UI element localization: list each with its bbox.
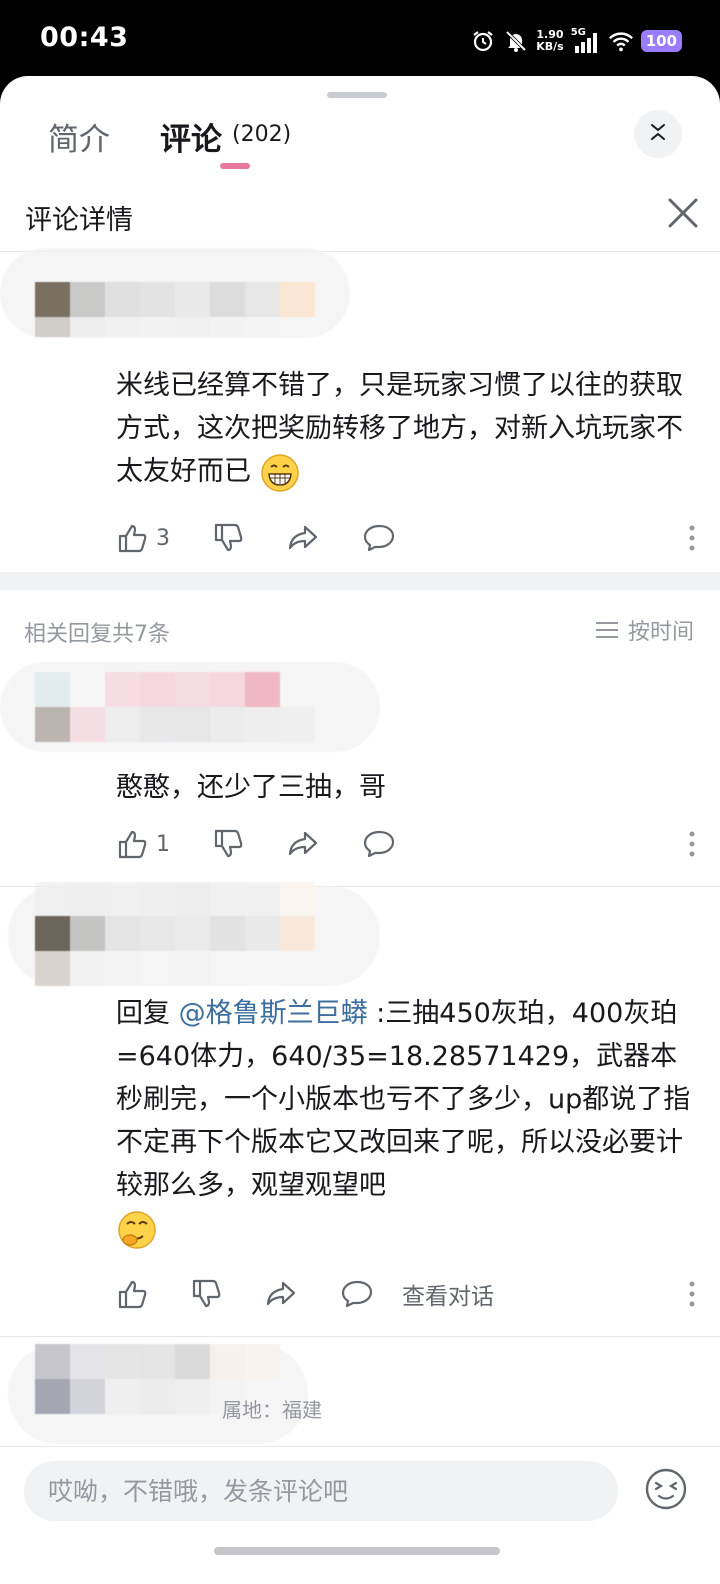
share-arrow-icon	[288, 831, 318, 856]
thumbs-down-icon	[214, 829, 243, 858]
more-options-icon[interactable]	[688, 520, 696, 556]
main-comment-actions: 3	[116, 518, 696, 558]
view-conversation-link[interactable]: 查看对话	[402, 1277, 494, 1311]
signal-icon: 5G	[571, 28, 601, 54]
reply2-actions: 查看对话	[116, 1274, 696, 1314]
reply1-like-count: 1	[156, 831, 170, 857]
reply2-dislike-button[interactable]	[190, 1278, 222, 1310]
sort-label: 按时间	[627, 620, 694, 645]
alarm-icon	[470, 28, 496, 54]
grin-emoji-icon	[260, 453, 300, 493]
net-speed-unit: KB/s	[536, 40, 564, 53]
main-comment-body: 米线已经算不错了，只是玩家习惯了以往的获取方式，这次把奖励转移了地方，对新入坑玩…	[116, 370, 683, 487]
like-count: 3	[156, 525, 170, 551]
section-divider	[0, 572, 720, 590]
thumbs-down-icon	[192, 1279, 221, 1308]
comment-input-bar	[0, 1446, 720, 1584]
reply2-text: 回复 @格鲁斯兰巨蟒 :三抽450灰珀，400灰珀=640体力，640/35=1…	[116, 992, 696, 1251]
tab-comments[interactable]: 评论	[160, 114, 222, 159]
status-time: 00:43	[40, 22, 129, 53]
status-icons: 1.90 KB/s 5G 100	[470, 24, 682, 58]
reply2-share-button[interactable]	[264, 1278, 298, 1310]
reply2-like-button[interactable]	[116, 1278, 148, 1310]
tab-bar: 简介 评论 (202)	[0, 106, 720, 176]
share-arrow-icon	[266, 1281, 296, 1306]
mute-bell-icon	[503, 28, 529, 54]
chat-bubble-icon	[363, 830, 395, 858]
close-button[interactable]	[666, 196, 700, 230]
collapse-button[interactable]	[634, 110, 682, 158]
wifi-icon	[608, 28, 634, 54]
tab-intro[interactable]: 简介	[48, 114, 110, 159]
user-location: 属地：福建	[222, 1398, 322, 1422]
dislike-button[interactable]	[212, 522, 244, 554]
more-options-icon[interactable]	[688, 826, 696, 862]
share-button[interactable]	[286, 522, 320, 554]
more-options-icon[interactable]	[688, 1276, 696, 1312]
battery-indicator: 100	[640, 30, 682, 52]
reply1-actions: 1	[116, 824, 696, 864]
collapse-icon	[647, 121, 669, 147]
comment-sheet: 简介 评论 (202) 评论详情 米线已经算不错了，只是玩家习惯了以往的获取方式…	[0, 76, 720, 1584]
network-type: 5G	[570, 27, 586, 38]
sort-by-time-button[interactable]: 按时间	[594, 614, 694, 646]
reply-button[interactable]	[362, 522, 396, 554]
reply1-text: 憨憨，还少了三抽，哥	[116, 772, 386, 803]
comment-input-pill[interactable]	[24, 1461, 618, 1521]
net-speed: 1.90 KB/s	[536, 29, 563, 53]
reply2-reply-button[interactable]	[340, 1278, 374, 1310]
reply1-reply-button[interactable]	[362, 828, 396, 860]
mention-link[interactable]: @格鲁斯兰巨蟒	[179, 998, 368, 1029]
comment-detail-header: 评论详情	[0, 182, 720, 252]
reply1-like-button[interactable]: 1	[116, 828, 170, 860]
close-icon	[668, 198, 698, 228]
thumbs-down-icon	[214, 523, 243, 552]
reply-divider	[0, 1336, 720, 1337]
status-bar: 00:43 1.90 KB/s 5G 100	[0, 0, 720, 78]
smirk-emoji-icon	[116, 1209, 158, 1251]
reply-prefix: 回复	[116, 998, 179, 1029]
thumbs-up-icon	[118, 1280, 147, 1309]
comment-input[interactable]	[48, 1461, 598, 1521]
reply1-dislike-button[interactable]	[212, 828, 244, 860]
chat-bubble-icon	[363, 524, 395, 552]
emoji-button[interactable]	[644, 1467, 688, 1511]
main-comment-text: 米线已经算不错了，只是玩家习惯了以往的获取方式，这次把奖励转移了地方，对新入坑玩…	[116, 364, 696, 493]
thumbs-up-icon	[118, 830, 147, 859]
detail-title: 评论详情	[25, 205, 133, 236]
share-arrow-icon	[288, 525, 318, 550]
emoji-face-icon	[645, 1468, 687, 1510]
like-button[interactable]: 3	[116, 522, 170, 554]
comments-count: (202)	[232, 122, 292, 147]
active-tab-indicator	[220, 163, 250, 169]
replies-header: 相关回复共7条 按时间	[0, 606, 720, 656]
sort-lines-icon	[595, 622, 618, 638]
drag-handle[interactable]	[327, 92, 387, 98]
thumbs-up-icon	[118, 524, 147, 553]
reply1-share-button[interactable]	[286, 828, 320, 860]
home-indicator[interactable]	[214, 1547, 500, 1555]
chat-bubble-icon	[341, 1280, 373, 1308]
replies-count: 相关回复共7条	[24, 622, 170, 647]
